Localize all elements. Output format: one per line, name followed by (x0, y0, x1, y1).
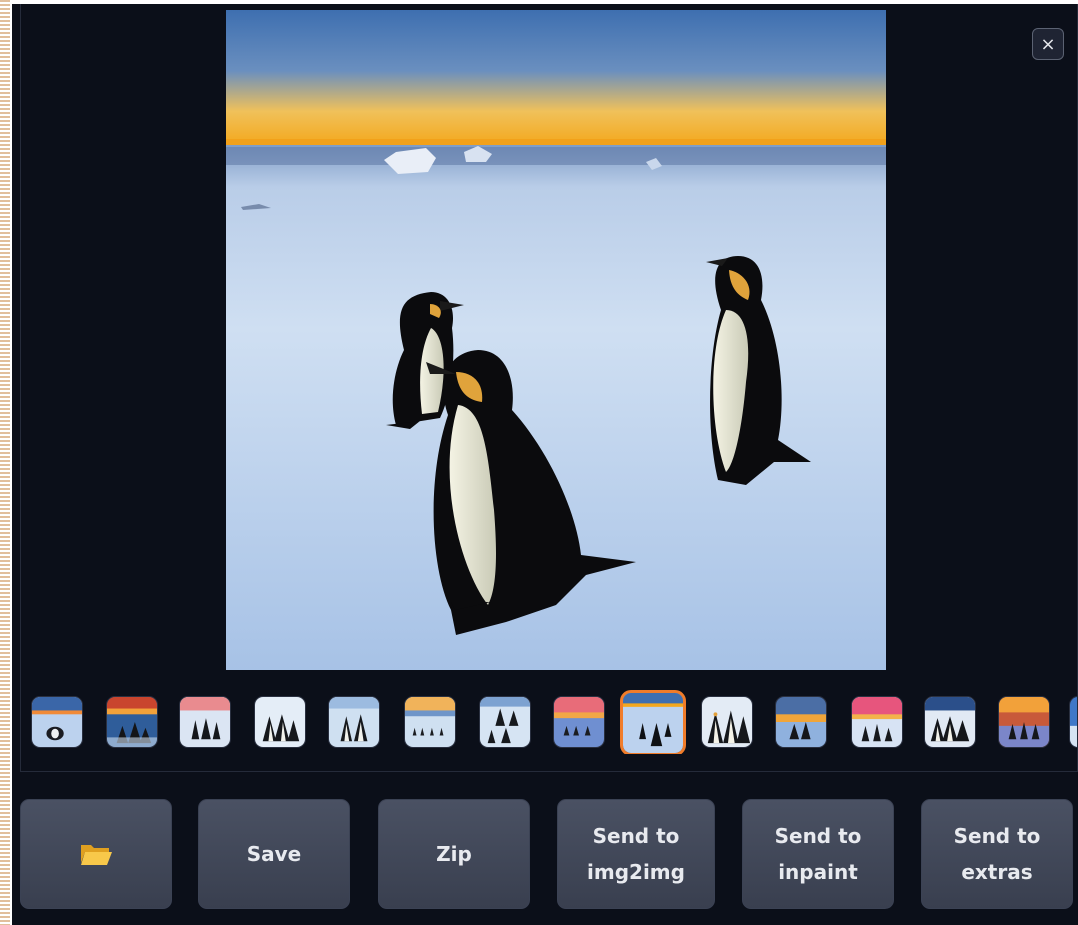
thumbnail[interactable] (924, 696, 976, 748)
thumbnail[interactable] (701, 696, 753, 748)
penguin-thumbnail-icon (702, 697, 752, 747)
thumbnail[interactable] (998, 696, 1050, 748)
penguin-thumbnail-icon (329, 697, 379, 747)
penguin-thumbnail-icon (776, 697, 826, 747)
thumbnail[interactable] (1069, 696, 1077, 748)
thumbnail[interactable] (31, 696, 83, 748)
main-image[interactable] (226, 10, 886, 670)
thumbnail[interactable] (328, 696, 380, 748)
thumbnail[interactable] (479, 696, 531, 748)
penguin-thumbnail-icon (405, 697, 455, 747)
penguin-thumbnail-icon (852, 697, 902, 747)
thumbnail[interactable] (404, 696, 456, 748)
penguin-thumbnail-icon (925, 697, 975, 747)
thumbnail[interactable] (106, 696, 158, 748)
folder-icon (81, 845, 112, 865)
penguin-thumbnail-icon (1070, 697, 1077, 747)
zip-button[interactable]: Zip (378, 799, 530, 909)
image-viewer: × (20, 4, 1078, 772)
thumbnail[interactable] (775, 696, 827, 748)
page-edge-decoration (0, 0, 10, 925)
close-icon: × (1040, 33, 1056, 55)
penguin-thumbnail-icon (180, 697, 230, 747)
save-button[interactable]: Save (198, 799, 350, 909)
thumbnail[interactable] (254, 696, 306, 748)
thumbnail[interactable] (851, 696, 903, 748)
send-to-img2img-button[interactable]: Send to img2img (557, 799, 715, 909)
penguin-thumbnail-icon (255, 697, 305, 747)
thumbnail-selected[interactable] (620, 690, 686, 754)
penguin-thumbnail-icon (480, 697, 530, 747)
penguin-thumbnail-icon (107, 697, 157, 747)
thumbnail[interactable] (179, 696, 231, 748)
action-buttons: Save Zip Send to img2img Send to inpaint… (12, 794, 1078, 912)
close-button[interactable]: × (1032, 28, 1064, 60)
thumbnail[interactable] (553, 696, 605, 748)
send-to-inpaint-button[interactable]: Send to inpaint (742, 799, 894, 909)
penguin-thumbnail-icon (999, 697, 1049, 747)
image-gallery: × Save Zip Send to img2img Send to inpai… (12, 4, 1078, 925)
penguin-thumbnail-icon (554, 697, 604, 747)
send-to-extras-button[interactable]: Send to extras (921, 799, 1073, 909)
penguin-thumbnail-icon (623, 693, 683, 753)
thumbnail-strip[interactable] (21, 688, 1077, 754)
open-folder-button[interactable] (20, 799, 172, 909)
penguin-thumbnail-icon (32, 697, 82, 747)
